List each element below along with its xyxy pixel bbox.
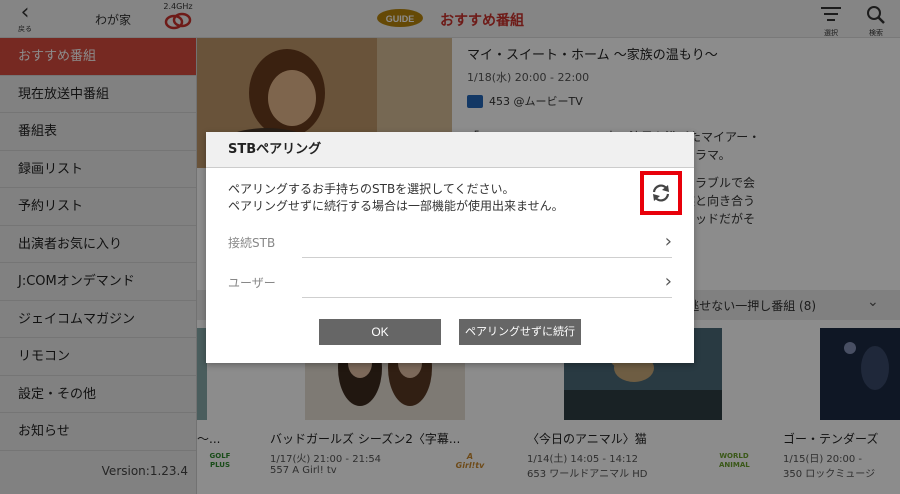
dialog-message: ペアリングするお手持ちのSTBを選択してください。 ペアリングせずに続行する場合… xyxy=(228,181,628,215)
skip-pairing-button[interactable]: ペアリングせずに続行 xyxy=(459,319,581,345)
divider xyxy=(302,297,672,298)
user-row[interactable]: ユーザー › xyxy=(228,268,672,298)
divider xyxy=(302,257,672,258)
connected-stb-label: 接続STB xyxy=(228,236,276,250)
ok-button[interactable]: OK xyxy=(319,319,441,345)
stb-pairing-dialog: STBペアリング ペアリングするお手持ちのSTBを選択してください。 ペアリング… xyxy=(206,132,694,363)
chevron-right-icon: › xyxy=(664,231,672,252)
dialog-message-line: ペアリングするお手持ちのSTBを選択してください。 xyxy=(228,182,515,196)
dialog-title: STBペアリング xyxy=(206,132,694,168)
dialog-message-line: ペアリングせずに続行する場合は一部機能が使用出来ません。 xyxy=(228,199,564,213)
connected-stb-row[interactable]: 接続STB › xyxy=(228,228,672,258)
user-label: ユーザー xyxy=(228,276,276,290)
chevron-right-icon: › xyxy=(664,271,672,292)
refresh-button[interactable] xyxy=(640,171,682,215)
refresh-icon xyxy=(652,184,670,202)
